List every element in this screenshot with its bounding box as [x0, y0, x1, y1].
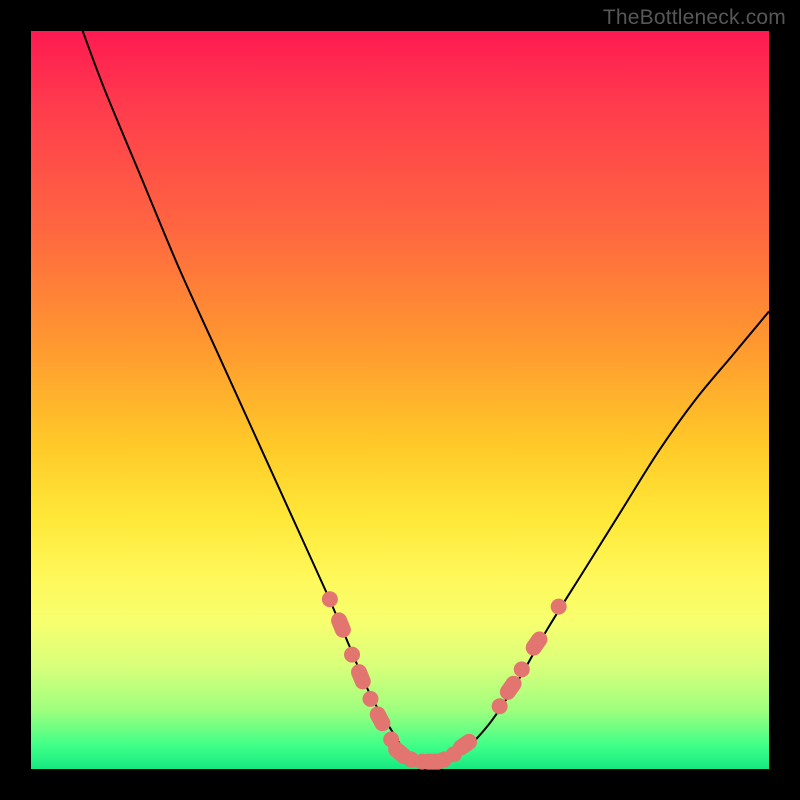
- marker-pill: [349, 662, 374, 692]
- chart-frame: TheBottleneck.com: [0, 0, 800, 800]
- bottleneck-curve-path: [83, 31, 769, 763]
- highlight-dots: [322, 591, 567, 769]
- marker-dot: [514, 661, 530, 677]
- marker-dot: [344, 647, 360, 663]
- marker-dot: [362, 691, 378, 707]
- marker-dot: [492, 698, 508, 714]
- plot-area: [31, 31, 769, 769]
- marker-pill: [329, 610, 354, 640]
- bottleneck-curve: [83, 31, 769, 763]
- marker-dot: [551, 599, 567, 615]
- chart-svg: [31, 31, 769, 769]
- marker-dot: [322, 591, 338, 607]
- marker-pill: [367, 704, 393, 734]
- watermark-text: TheBottleneck.com: [603, 6, 786, 30]
